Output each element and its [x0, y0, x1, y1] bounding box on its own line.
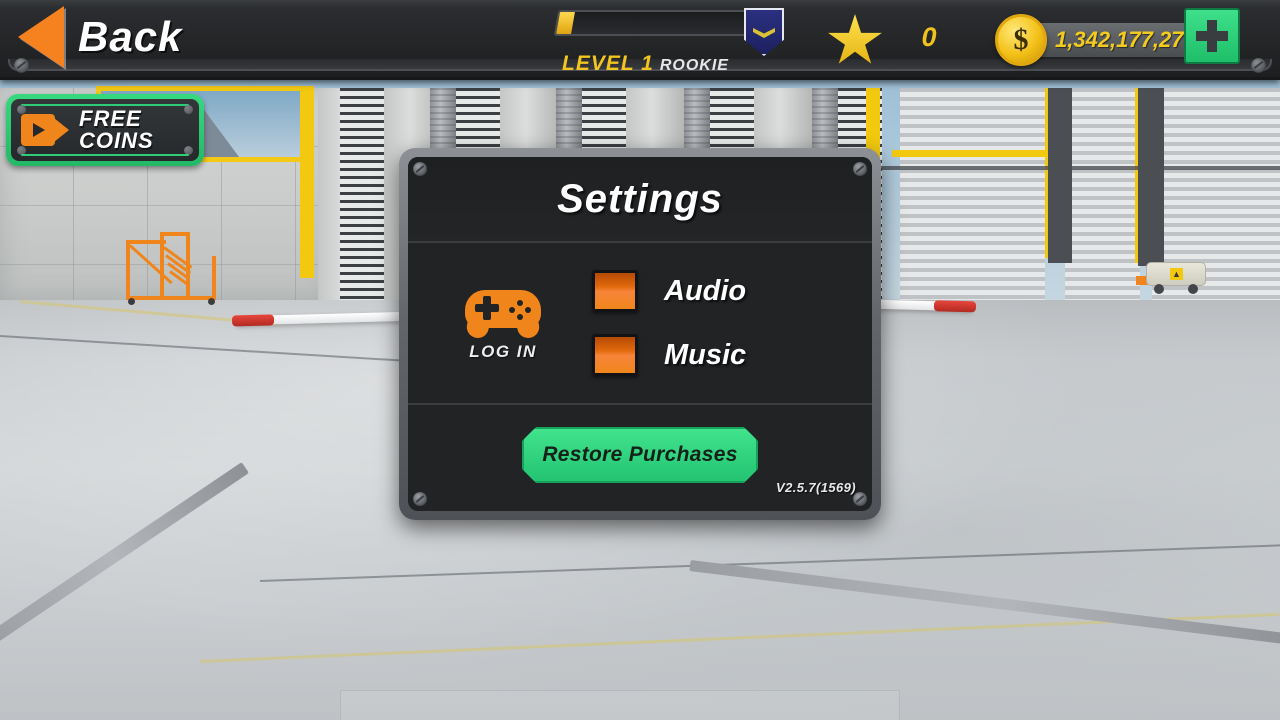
xp-progress-bar: [553, 10, 755, 36]
page-title: Settings: [557, 176, 723, 221]
screw-decoration: [17, 146, 26, 155]
back-button-label: Back: [78, 13, 183, 60]
free-coins-line2: COINS: [79, 128, 154, 153]
login-button[interactable]: LOG IN: [438, 284, 568, 362]
service-cart: ▲: [1136, 262, 1206, 296]
hangar-right: [880, 88, 1280, 303]
hangar-frame: [1048, 88, 1072, 263]
level-label: LEVEL 1: [562, 52, 654, 75]
maintenance-stairs: [126, 232, 218, 305]
toggle-row-audio[interactable]: Audio: [592, 270, 842, 312]
screw-decoration: [853, 492, 867, 506]
dollar-coin-icon: $: [995, 14, 1047, 66]
settings-dialog-inner: Settings LOG IN Audio Music Restore Purc…: [408, 157, 872, 511]
toggle-list: Audio Music: [568, 270, 842, 376]
video-camera-icon: [21, 114, 69, 146]
dialog-title-bar: Settings: [408, 157, 872, 243]
yellow-accent: [300, 88, 314, 278]
chevron-icon: [753, 28, 775, 38]
toggle-row-music[interactable]: Music: [592, 334, 842, 376]
restore-purchases-label: Restore Purchases: [542, 443, 738, 466]
level-text-group: LEVEL 1 ROOKIE: [562, 52, 729, 76]
dialog-footer: Restore Purchases V2.5.7(1569): [408, 405, 872, 509]
gamepad-icon: [465, 284, 541, 334]
plus-icon: [1207, 20, 1217, 52]
cart-wheel: [1188, 284, 1198, 294]
version-label: V2.5.7(1569): [776, 480, 856, 495]
star-count: 0: [921, 22, 937, 52]
game-screen: ▲ Back LEVEL 1 ROOKIE 0 $ 1,342,177,279: [0, 0, 1280, 720]
screw-decoration: [413, 162, 427, 176]
screw-decoration: [1251, 58, 1266, 73]
wing-tip: [231, 314, 275, 327]
screw-decoration: [14, 58, 29, 73]
restore-purchases-button[interactable]: Restore Purchases: [522, 427, 758, 483]
star-icon: [828, 14, 882, 64]
free-coins-line1: FREE: [79, 105, 142, 131]
hangar-frame: [1138, 88, 1164, 266]
rank-badge-icon: [744, 8, 784, 56]
corrugated-panel: [900, 88, 1045, 303]
screw-decoration: [184, 105, 193, 114]
screw-decoration: [413, 492, 427, 506]
settings-dialog: Settings LOG IN Audio Music Restore Purc…: [399, 148, 881, 520]
checkbox-filled-icon[interactable]: [592, 270, 638, 312]
audio-toggle-label: Audio: [664, 274, 747, 307]
cart-marking: ▲: [1170, 268, 1183, 280]
cart-wheel: [1154, 284, 1164, 294]
settings-options-section: LOG IN Audio Music: [408, 243, 872, 405]
rank-label: ROOKIE: [659, 57, 729, 74]
free-coins-label: FREE COINS: [79, 105, 154, 153]
louvered-vent: [340, 88, 384, 303]
add-currency-button[interactable]: [1184, 8, 1240, 64]
back-button[interactable]: Back: [18, 6, 182, 68]
wing-tip: [933, 300, 977, 313]
corrugated-panel: [1065, 88, 1140, 303]
free-coins-button[interactable]: FREE COINS: [6, 94, 204, 166]
hangar-rail: [880, 166, 1280, 170]
coin-amount: 1,342,177,279: [1033, 23, 1208, 57]
login-label: LOG IN: [469, 342, 537, 361]
screw-decoration: [184, 146, 193, 155]
free-coins-inner: FREE COINS: [11, 99, 199, 161]
yellow-accent: [892, 150, 1052, 157]
music-toggle-label: Music: [664, 338, 747, 371]
currency-display: $ 1,342,177,279: [995, 14, 1208, 66]
screw-decoration: [17, 105, 26, 114]
level-progress-group: LEVEL 1 ROOKIE: [553, 10, 756, 75]
floor-tile: [340, 690, 900, 720]
xp-progress-fill: [556, 12, 576, 34]
checkbox-filled-icon[interactable]: [592, 334, 638, 376]
top-hud-bar: Back LEVEL 1 ROOKIE 0 $ 1,342,177,279: [0, 0, 1280, 80]
screw-decoration: [853, 162, 867, 176]
